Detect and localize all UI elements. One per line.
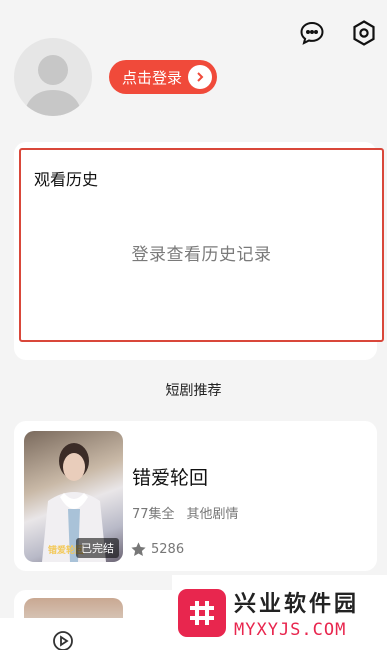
star-icon bbox=[131, 542, 146, 556]
gear-icon[interactable] bbox=[349, 18, 379, 48]
watermark-logo-icon bbox=[178, 588, 226, 637]
drama-meta: 77集全 其他剧情 bbox=[132, 503, 239, 522]
history-title: 观看历史 bbox=[34, 170, 99, 189]
history-panel[interactable]: 观看历史 登录查看历史记录 bbox=[19, 148, 384, 342]
watermark: 兴业软件园 MYXYJS.COM bbox=[172, 575, 387, 650]
chat-bubble-icon[interactable] bbox=[297, 18, 327, 48]
drama-title[interactable]: 错爱轮回 bbox=[132, 463, 208, 490]
avatar[interactable] bbox=[14, 38, 92, 116]
top-toolbar bbox=[297, 18, 379, 48]
status-badge: 已完结 bbox=[76, 538, 119, 558]
history-empty-text[interactable]: 登录查看历史记录 bbox=[21, 240, 382, 265]
section-title: 短剧推荐 bbox=[165, 383, 222, 399]
drama-card[interactable]: 错爱轮回 已完结 错爱轮回 77集全 其他剧情 5286 bbox=[14, 421, 377, 571]
score-value: 5286 bbox=[151, 542, 185, 557]
login-button-label: 点击登录 bbox=[122, 68, 183, 87]
watermark-en-text: MYXYJS.COM bbox=[234, 619, 347, 640]
play-circle-icon[interactable] bbox=[52, 630, 74, 650]
watermark-cn-text: 兴业软件园 bbox=[234, 591, 360, 617]
login-button[interactable]: 点击登录 bbox=[109, 60, 217, 94]
drama-poster[interactable]: 错爱轮回 已完结 bbox=[24, 431, 123, 562]
user-placeholder-icon bbox=[24, 55, 82, 116]
drama-rating: 5286 bbox=[130, 541, 184, 558]
chevron-right-icon bbox=[188, 65, 212, 89]
episode-count: 77集全 bbox=[132, 507, 175, 522]
category-label: 其他剧情 bbox=[186, 507, 239, 522]
